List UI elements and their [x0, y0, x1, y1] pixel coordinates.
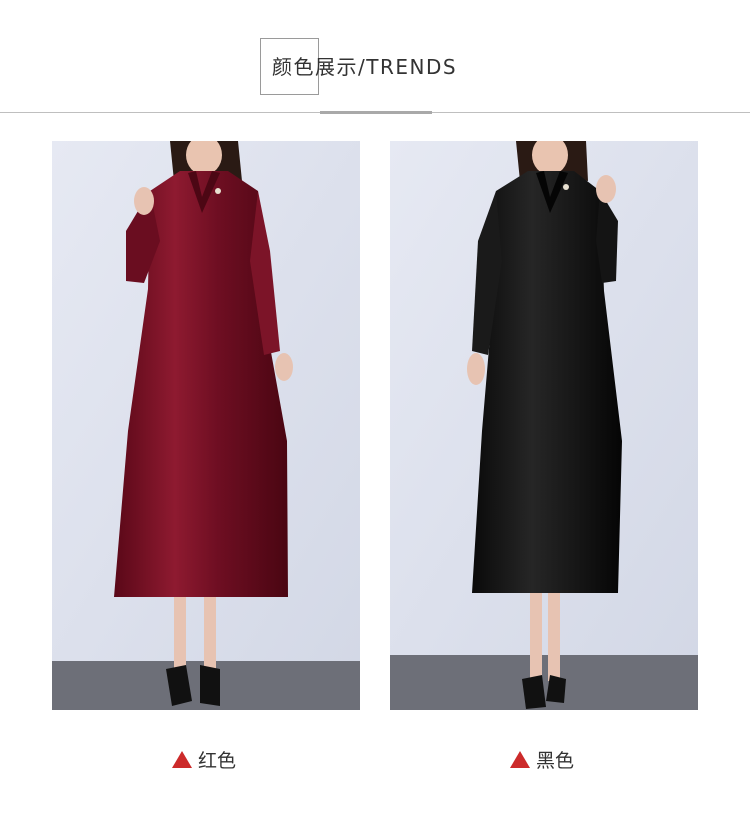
section-header: 颜色展示/TRENDS — [0, 0, 750, 120]
section-title: 颜色展示/TRENDS — [272, 55, 458, 79]
product-photo-black[interactable] — [390, 141, 698, 710]
color-option-red[interactable]: 红色 — [172, 744, 236, 778]
color-label: 黑色 — [536, 750, 575, 772]
triangle-up-icon — [172, 751, 192, 768]
triangle-up-icon — [510, 751, 530, 768]
product-photo-red[interactable] — [52, 141, 360, 710]
color-option-black[interactable]: 黑色 — [510, 744, 574, 778]
color-label: 红色 — [198, 750, 237, 772]
divider-accent — [320, 111, 432, 114]
